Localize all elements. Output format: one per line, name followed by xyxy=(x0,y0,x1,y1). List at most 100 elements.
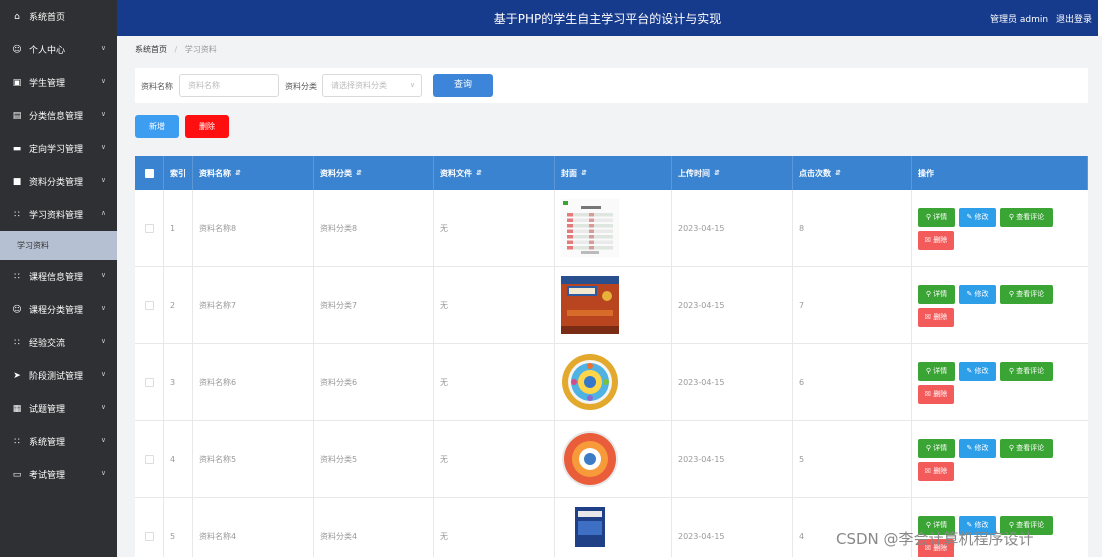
header-cover[interactable]: 封面 ⇵ xyxy=(555,156,672,190)
row-delete-button[interactable]: ☒ 删除 xyxy=(918,385,954,404)
sidebar-item-label: 资料分类管理 xyxy=(29,178,84,188)
sidebar-subitem-active[interactable]: 学习资料 xyxy=(0,231,117,260)
sidebar-item[interactable]: ☺ 课程分类管理 ∨ xyxy=(0,293,117,326)
row-actions-cell: ⚲ 详情 ✎ 修改 ⚲ 查看评论 ☒ 删除 xyxy=(912,344,1088,420)
row-index-text: 4 xyxy=(170,454,176,464)
edit-button[interactable]: ✎ 修改 xyxy=(959,362,996,381)
detail-button[interactable]: ⚲ 详情 xyxy=(918,285,955,304)
chevron-down-icon: ∨ xyxy=(100,44,106,52)
chevron-down-icon: ∨ xyxy=(100,77,106,85)
row-checkbox[interactable] xyxy=(144,300,154,310)
briefcase-icon: ▣ xyxy=(12,77,22,88)
sidebar-item-label: 系统管理 xyxy=(29,438,66,448)
row-category-cell: 资料分类6 xyxy=(314,344,434,420)
row-file-text: 无 xyxy=(440,531,448,541)
sidebar-item[interactable]: ▦ 试题管理 ∨ xyxy=(0,392,117,425)
sidebar-item-label: 系统首页 xyxy=(29,13,66,23)
header-index: 索引 xyxy=(164,156,193,190)
sidebar-item-label: 学生管理 xyxy=(29,79,66,89)
row-delete-button[interactable]: ☒ 删除 xyxy=(918,231,954,250)
add-button[interactable]: 新增 xyxy=(135,115,179,138)
row-file-text: 无 xyxy=(440,223,448,233)
header-clicks[interactable]: 点击次数 ⇵ xyxy=(793,156,912,190)
page-scrollbar[interactable] xyxy=(1098,36,1102,557)
sidebar-item[interactable]: ∷ 系统管理 ∨ xyxy=(0,425,117,458)
view-comments-button-label: 查看评论 xyxy=(1016,444,1045,452)
row-delete-button[interactable]: ☒ 删除 xyxy=(918,308,954,327)
row-delete-button-label: 删除 xyxy=(933,313,948,321)
row-delete-button-label: 删除 xyxy=(933,236,948,244)
view-comments-button[interactable]: ⚲ 查看评论 xyxy=(1000,439,1053,458)
sidebar-item-label: 阶段测试管理 xyxy=(29,372,84,382)
select-all-checkbox[interactable] xyxy=(144,168,154,178)
row-name-cell: 资料名称4 xyxy=(193,498,314,557)
row-name-text: 资料名称8 xyxy=(199,223,237,233)
row-date-cell: 2023-04-15 xyxy=(672,267,793,343)
cover-image xyxy=(561,507,619,557)
header-category[interactable]: 资料分类 ⇵ xyxy=(314,156,434,190)
row-file-cell: 无 xyxy=(434,267,555,343)
view-comments-button[interactable]: ⚲ 查看评论 xyxy=(1000,208,1053,227)
logout-link[interactable]: 退出登录 xyxy=(1056,15,1092,25)
row-checkbox[interactable] xyxy=(144,223,154,233)
sidebar-item[interactable]: ➤ 阶段测试管理 ∨ xyxy=(0,359,117,392)
row-date-text: 2023-04-15 xyxy=(678,531,725,541)
sidebar-item[interactable]: ∷ 学习资料管理 ∧ xyxy=(0,198,117,231)
row-clicks-text: 5 xyxy=(799,454,805,464)
sidebar-item[interactable]: ▣ 学生管理 ∨ xyxy=(0,66,117,99)
row-date-cell: 2023-04-15 xyxy=(672,190,793,266)
row-select-cell xyxy=(135,421,164,497)
edit-button[interactable]: ✎ 修改 xyxy=(959,208,996,227)
row-checkbox[interactable] xyxy=(144,377,154,387)
sidebar-item[interactable]: ∷ 经验交流 ∨ xyxy=(0,326,117,359)
row-date-text: 2023-04-15 xyxy=(678,454,725,464)
edit-button-label: 修改 xyxy=(974,213,989,221)
detail-button[interactable]: ⚲ 详情 xyxy=(918,362,955,381)
batch-delete-button[interactable]: 删除 xyxy=(185,115,229,138)
edit-button[interactable]: ✎ 修改 xyxy=(959,285,996,304)
detail-button[interactable]: ⚲ 详情 xyxy=(918,208,955,227)
row-checkbox[interactable] xyxy=(144,454,154,464)
query-button[interactable]: 查询 xyxy=(433,74,493,97)
sidebar-item[interactable]: ▬ 定向学习管理 ∨ xyxy=(0,132,117,165)
header-file[interactable]: 资料文件 ⇵ xyxy=(434,156,555,190)
sidebar-item[interactable]: ▤ 分类信息管理 ∨ xyxy=(0,99,117,132)
table-row: 4 资料名称5 资料分类5 无 2023-04-15 5 ⚲ 详情 ✎ 修改 ⚲ 查看评论 ☒ 删… xyxy=(135,421,1088,498)
sidebar-item[interactable]: ⌂ 系统首页 xyxy=(0,0,117,33)
row-category-cell: 资料分类8 xyxy=(314,190,434,266)
view-comments-button[interactable]: ⚲ 查看评论 xyxy=(1000,285,1053,304)
category-label: 资料分类 xyxy=(285,82,317,91)
user-area: 管理员 admin 退出登录 xyxy=(990,12,1092,25)
view-comments-button-label: 查看评论 xyxy=(1016,290,1045,298)
row-category-text: 资料分类4 xyxy=(320,531,358,541)
chevron-up-icon: ∧ xyxy=(100,209,106,217)
sort-icon: ⇵ xyxy=(356,169,362,177)
row-delete-button-label: 删除 xyxy=(933,390,948,398)
sidebar-item[interactable]: ▭ 考试管理 ∨ xyxy=(0,458,117,491)
row-index-cell: 5 xyxy=(164,498,193,557)
row-cover-cell xyxy=(555,190,672,266)
edit-button[interactable]: ✎ 修改 xyxy=(959,439,996,458)
row-checkbox[interactable] xyxy=(144,531,154,541)
category-select[interactable]: 请选择资料分类 ∨ xyxy=(322,74,422,97)
sidebar-item[interactable]: ☺ 个人中心 ∨ xyxy=(0,33,117,66)
row-category-cell: 资料分类4 xyxy=(314,498,434,557)
home-icon: ⌂ xyxy=(14,11,20,22)
user-icon: ☺ xyxy=(12,304,22,315)
breadcrumb-home[interactable]: 系统首页 xyxy=(135,45,167,54)
row-delete-button[interactable]: ☒ 删除 xyxy=(918,462,954,481)
sidebar-item[interactable]: ■ 资料分类管理 ∨ xyxy=(0,165,117,198)
chevron-down-icon: ∨ xyxy=(100,110,106,118)
page-title: 基于PHP的学生自主学习平台的设计与实现 xyxy=(493,12,722,26)
header-name[interactable]: 资料名称 ⇵ xyxy=(193,156,314,190)
grid-icon: ∷ xyxy=(14,436,20,447)
ticket-icon: ▬ xyxy=(12,143,22,154)
header-date[interactable]: 上传时间 ⇵ xyxy=(672,156,793,190)
name-search-input[interactable]: 资料名称 xyxy=(179,74,279,97)
detail-button[interactable]: ⚲ 详情 xyxy=(918,439,955,458)
sidebar-item[interactable]: ∷ 课程信息管理 ∨ xyxy=(0,260,117,293)
view-comments-button[interactable]: ⚲ 查看评论 xyxy=(1000,362,1053,381)
row-date-cell: 2023-04-15 xyxy=(672,498,793,557)
sidebar-item-label: 课程信息管理 xyxy=(29,273,84,283)
row-cover-cell xyxy=(555,498,672,557)
